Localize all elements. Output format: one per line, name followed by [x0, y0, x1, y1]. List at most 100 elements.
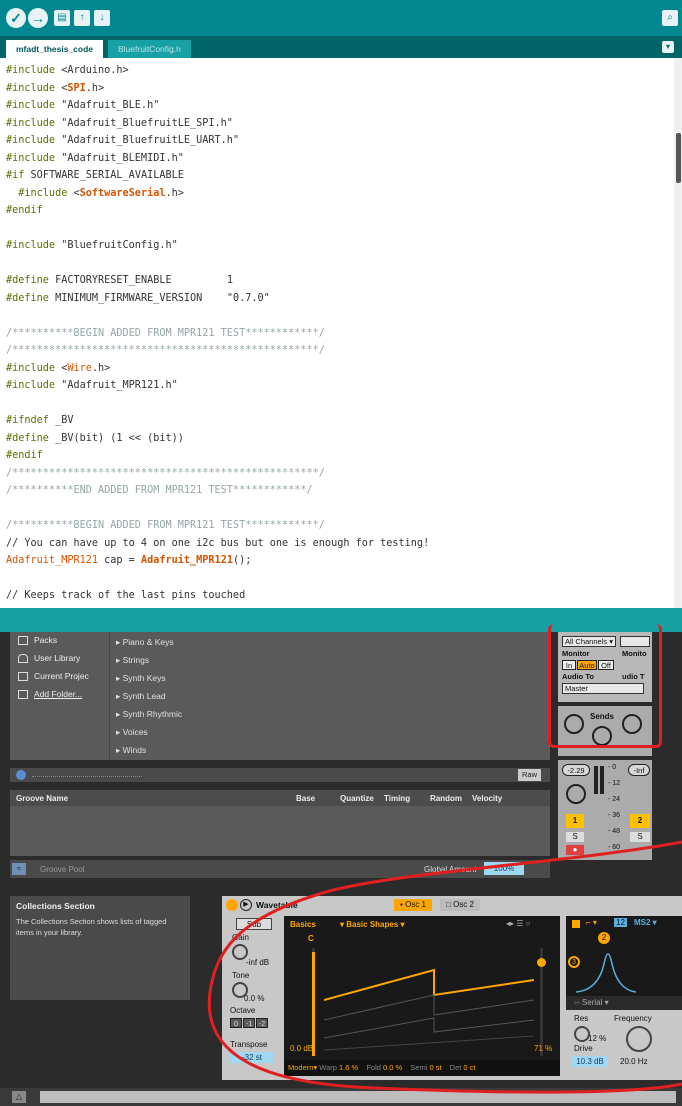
code-token: /***************************************…: [6, 345, 325, 356]
tab-mfadt-thesis-code[interactable]: mfadt_thesis_code: [6, 40, 103, 58]
meter-tick-label: - 0: [608, 764, 617, 771]
new-icon[interactable]: ▤: [54, 10, 70, 26]
pan-knob[interactable]: [566, 784, 586, 804]
code-line: #define FACTORYRESET_ENABLE 1: [6, 272, 674, 290]
tab-menu-icon[interactable]: ▾: [662, 41, 674, 53]
open-icon[interactable]: ↑: [74, 10, 90, 26]
code-token: /**********BEGIN ADDED FROM MPR121 TEST*…: [6, 520, 325, 531]
code-line: #include "Adafruit_BLE.h": [6, 97, 674, 115]
code-token: .h>: [85, 82, 105, 94]
code-token: #include: [6, 117, 62, 129]
col-quantize: Quantize: [340, 794, 374, 803]
code-line: #include "Adafruit_MPR121.h": [6, 377, 674, 395]
code-line: #include "Adafruit_BluefruitLE_SPI.h": [6, 115, 674, 133]
code-token: // You can have up to 4 on one i2c bus b…: [6, 537, 430, 549]
upload-icon[interactable]: →: [28, 8, 48, 28]
verify-icon[interactable]: ✓: [6, 8, 26, 28]
category-item[interactable]: ▸ Synth Keys: [116, 670, 166, 686]
code-token: ();: [232, 555, 252, 566]
places-item-packs[interactable]: Packs: [18, 634, 108, 648]
meter-right: [600, 766, 604, 794]
places-item-current-project[interactable]: Current Projec: [18, 670, 108, 684]
category-item[interactable]: ▸ Winds: [116, 742, 146, 758]
category-item[interactable]: ▸ Synth Lead: [116, 688, 166, 704]
meter-tick-label: - 12: [608, 780, 621, 787]
category-item[interactable]: ▸ Piano & Keys: [116, 634, 174, 650]
places-item-user-library[interactable]: User Library: [18, 652, 108, 666]
code-line: #include "BluefruitConfig.h": [6, 237, 674, 255]
show-browser-icon[interactable]: △: [12, 1091, 26, 1103]
code-token: "BluefruitConfig.h": [61, 240, 178, 251]
places-label: Current Projec: [34, 671, 89, 681]
code-line: Adafruit_MPR121 cap = Adafruit_MPR121();: [6, 552, 674, 570]
user-icon: [18, 654, 28, 663]
code-line: #endif: [6, 447, 674, 465]
groove-header: Groove Name Base Quantize Timing Random …: [10, 790, 550, 806]
code-token: #endif: [6, 450, 43, 461]
code-editor[interactable]: #include <Arduino.h> #include <SPI.h> #inc…: [0, 58, 674, 610]
code-line: /***************************************…: [6, 465, 674, 483]
code-token: #include: [6, 362, 62, 374]
code-token: Wire: [67, 362, 92, 374]
raw-toggle[interactable]: Raw: [518, 769, 542, 781]
scrollbar-thumb[interactable]: [676, 133, 681, 183]
volume-value[interactable]: -2.29: [562, 764, 590, 776]
code-token: SPI: [67, 82, 86, 94]
preview-toggle-icon[interactable]: [16, 770, 26, 780]
code-line: /**********END ADDED FROM MPR121 TEST***…: [6, 482, 674, 500]
code-token: FACTORYRESET_ENABLE 1: [55, 275, 233, 286]
code-line: #include <SoftwareSerial.h>: [6, 185, 674, 203]
track2-volume-value[interactable]: -Inf: [628, 764, 650, 776]
add-folder-icon: [18, 690, 28, 699]
save-icon[interactable]: ↓: [94, 10, 110, 26]
code-token: // Keeps track of the last pins touched: [6, 590, 246, 601]
code-token: #include: [6, 187, 74, 199]
code-line: #if SOFTWARE_SERIAL_AVAILABLE: [6, 167, 674, 185]
code-line: #include <Arduino.h>: [6, 62, 674, 80]
code-token: _BV(bit) (1 << (bit)): [55, 432, 184, 444]
code-line: #endif: [6, 202, 674, 220]
places-label: Add Folder...: [34, 689, 83, 699]
code-token: "Adafruit_MPR121.h": [61, 380, 178, 391]
code-token: SOFTWARE_SERIAL_AVAILABLE: [30, 170, 184, 181]
code-token: cap =: [98, 555, 141, 566]
code-line: /**********BEGIN ADDED FROM MPR121 TEST*…: [6, 517, 674, 535]
code-token: #include: [6, 135, 62, 146]
info-body: The Collections Section shows lists of t…: [16, 917, 167, 937]
category-item[interactable]: ▸ Voices: [116, 724, 148, 740]
meter-tick-label: - 24: [608, 796, 621, 803]
info-view: Collections Section The Collections Sect…: [10, 896, 190, 1000]
code-line: #include <Wire.h>: [6, 360, 674, 378]
category-item[interactable]: ▸ Synth Rhythmic: [116, 706, 182, 722]
code-line: // You can have up to 4 on one i2c bus b…: [6, 535, 674, 553]
meter-left: [594, 766, 598, 794]
groove-pool-icon[interactable]: ≈: [12, 863, 26, 875]
code-line: #define MINIMUM_FIRMWARE_VERSION "0.7.0": [6, 290, 674, 308]
code-token: .h>: [165, 187, 184, 199]
code-line: #ifndef _BV: [6, 412, 674, 430]
preview-waveform[interactable]: [32, 773, 142, 777]
project-icon: [18, 672, 28, 681]
packs-icon: [18, 636, 28, 645]
code-token: #include: [6, 100, 62, 111]
serial-monitor-icon[interactable]: ⌕: [662, 10, 678, 26]
info-title: Collections Section: [16, 901, 95, 911]
code-token: "Adafruit_BLEMIDI.h": [61, 152, 184, 164]
places-item-add-folder[interactable]: Add Folder...: [18, 688, 108, 702]
col-base: Base: [296, 794, 316, 803]
code-token: /**********END ADDED FROM MPR121 TEST***…: [6, 485, 313, 496]
groove-pool-label: Groove Pool: [40, 865, 85, 874]
tab-bluefruit-config[interactable]: BluefruitConfig.h: [108, 40, 191, 58]
code-line: // Keeps track of the last pins touched: [6, 587, 674, 605]
col-velocity: Velocity: [472, 794, 503, 803]
code-token: "Adafruit_BluefruitLE_SPI.h": [61, 117, 233, 129]
category-item[interactable]: ▸ Strings: [116, 652, 149, 668]
editor-scrollbar[interactable]: [674, 58, 682, 610]
category-list: ▸ Piano & Keys ▸ Strings ▸ Synth Keys ▸ Syn…: [116, 634, 316, 755]
arduino-tab-bar: mfadt_thesis_code BluefruitConfig.h ▾: [0, 36, 682, 58]
